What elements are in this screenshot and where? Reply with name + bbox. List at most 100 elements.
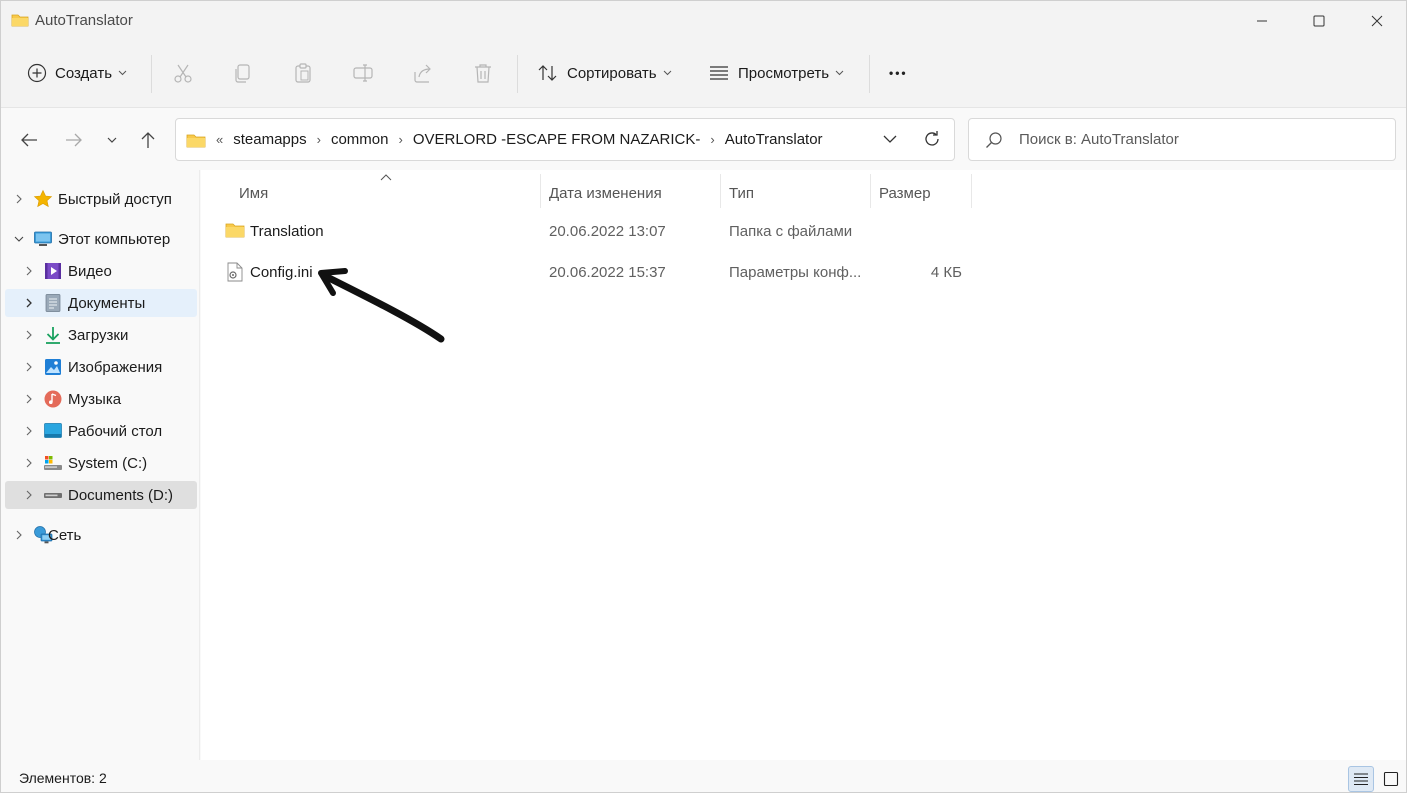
chevron-down-icon bbox=[663, 70, 671, 76]
clipboard-icon bbox=[295, 63, 311, 83]
file-row-translation[interactable]: Translation 20.06.2022 13:07 Папка с фай… bbox=[219, 214, 979, 248]
breadcrumb-steamapps[interactable]: steamapps bbox=[233, 131, 306, 148]
breadcrumb: « steamapps › common › OVERLORD -ESCAPE … bbox=[186, 119, 829, 160]
refresh-icon[interactable] bbox=[922, 129, 942, 149]
share-icon bbox=[414, 64, 431, 83]
chevron-down-icon bbox=[118, 70, 127, 76]
sidebar-item-quick-access[interactable]: Быстрый доступ bbox=[5, 185, 197, 213]
minimize-icon bbox=[1257, 20, 1267, 22]
column-header-type[interactable]: Тип bbox=[729, 178, 754, 208]
chevron-right-icon[interactable] bbox=[13, 529, 25, 541]
close-button[interactable] bbox=[1354, 1, 1400, 41]
rename-icon bbox=[353, 64, 373, 82]
breadcrumb-overlord[interactable]: OVERLORD -ESCAPE FROM NAZARICK- bbox=[413, 131, 701, 148]
search-box[interactable] bbox=[968, 118, 1396, 161]
minimize-button[interactable] bbox=[1239, 1, 1285, 41]
sidebar-item-drive-d[interactable]: Documents (D:) bbox=[5, 481, 197, 509]
chevron-right-icon[interactable] bbox=[23, 489, 35, 501]
sidebar-item-desktop[interactable]: Рабочий стол bbox=[5, 417, 197, 445]
sidebar-item-videos[interactable]: Видео bbox=[5, 257, 197, 285]
breadcrumb-common[interactable]: common bbox=[331, 131, 389, 148]
cut-button[interactable] bbox=[170, 59, 196, 87]
sidebar-item-music[interactable]: Музыка bbox=[5, 385, 197, 413]
rename-button[interactable] bbox=[350, 59, 376, 87]
breadcrumb-overflow[interactable]: « bbox=[216, 132, 223, 147]
folder-icon bbox=[11, 14, 29, 27]
computer-icon bbox=[34, 231, 52, 246]
chevron-down-icon bbox=[835, 70, 844, 76]
column-divider[interactable] bbox=[971, 174, 972, 208]
file-size bbox=[882, 214, 962, 248]
forward-button[interactable] bbox=[62, 128, 86, 152]
star-icon bbox=[33, 189, 53, 208]
chevron-down-icon[interactable] bbox=[13, 233, 25, 245]
arrow-right-icon bbox=[66, 133, 82, 147]
chevron-right-icon[interactable] bbox=[23, 457, 35, 469]
sidebar-item-label: Изображения bbox=[68, 358, 163, 376]
copy-icon bbox=[235, 64, 250, 83]
view-button[interactable]: Просмотреть bbox=[708, 53, 844, 93]
large-icons-view-button[interactable] bbox=[1378, 766, 1404, 792]
video-icon bbox=[45, 263, 61, 279]
address-history-chevron-icon[interactable] bbox=[882, 131, 898, 147]
title-bar[interactable]: AutoTranslator bbox=[1, 1, 1406, 41]
maximize-button[interactable] bbox=[1296, 1, 1342, 41]
up-button[interactable] bbox=[136, 128, 160, 152]
file-row-config-ini[interactable]: Config.ini 20.06.2022 15:37 Параметры ко… bbox=[219, 255, 979, 289]
delete-button[interactable] bbox=[470, 59, 496, 87]
column-header-label: Размер bbox=[879, 184, 931, 202]
folder-icon bbox=[186, 134, 206, 147]
sidebar-item-label: Быстрый доступ bbox=[58, 190, 172, 208]
sidebar-item-this-pc[interactable]: Этот компьютер bbox=[5, 225, 197, 253]
more-icon: ••• bbox=[889, 66, 908, 80]
chevron-right-icon[interactable] bbox=[23, 425, 35, 437]
chevron-right-icon[interactable] bbox=[23, 361, 35, 373]
file-type: Папка с файлами bbox=[729, 222, 853, 240]
system-drive-icon bbox=[44, 456, 62, 470]
drive-icon bbox=[44, 493, 62, 498]
desktop-icon bbox=[44, 423, 62, 438]
chevron-right-icon[interactable] bbox=[23, 297, 35, 309]
search-input[interactable] bbox=[1019, 119, 1379, 160]
file-size: 4 КБ bbox=[930, 263, 962, 281]
copy-button[interactable] bbox=[230, 59, 256, 87]
file-name: Config.ini bbox=[250, 263, 313, 281]
breadcrumb-separator[interactable]: › bbox=[317, 132, 321, 147]
sort-icon bbox=[538, 65, 557, 81]
view-label: Просмотреть bbox=[738, 64, 830, 82]
chevron-right-icon[interactable] bbox=[13, 193, 25, 205]
share-button[interactable] bbox=[410, 59, 436, 87]
address-bar[interactable]: « steamapps › common › OVERLORD -ESCAPE … bbox=[175, 118, 955, 161]
column-divider[interactable] bbox=[540, 174, 541, 208]
sidebar-item-downloads[interactable]: Загрузки bbox=[5, 321, 197, 349]
paste-button[interactable] bbox=[290, 59, 316, 87]
back-button[interactable] bbox=[17, 128, 41, 152]
sidebar-item-drive-c[interactable]: System (C:) bbox=[5, 449, 197, 477]
sort-button[interactable]: Сортировать bbox=[537, 53, 672, 93]
breadcrumb-autotranslator[interactable]: AutoTranslator bbox=[725, 131, 823, 148]
column-header-date[interactable]: Дата изменения bbox=[549, 178, 662, 208]
more-options-button[interactable]: ••• bbox=[889, 53, 908, 93]
file-name: Translation bbox=[250, 222, 324, 240]
create-label: Создать bbox=[55, 64, 113, 82]
sidebar-item-documents[interactable]: Документы bbox=[5, 289, 197, 317]
column-divider[interactable] bbox=[870, 174, 871, 208]
details-view-button[interactable] bbox=[1348, 766, 1374, 792]
breadcrumb-separator[interactable]: › bbox=[398, 132, 402, 147]
chevron-right-icon[interactable] bbox=[23, 393, 35, 405]
breadcrumb-separator[interactable]: › bbox=[710, 132, 714, 147]
column-divider[interactable] bbox=[720, 174, 721, 208]
sidebar-item-label: Видео bbox=[68, 262, 112, 280]
maximize-icon bbox=[1313, 15, 1325, 27]
sidebar-item-pictures[interactable]: Изображения bbox=[5, 353, 197, 381]
recent-locations-button[interactable] bbox=[100, 128, 124, 152]
create-button[interactable]: Создать bbox=[27, 53, 127, 93]
column-header-name[interactable]: Имя bbox=[239, 178, 268, 208]
navigation-pane: Быстрый доступ Этот компьютер Видео Доку… bbox=[1, 170, 200, 760]
column-header-size[interactable]: Размер bbox=[879, 178, 931, 208]
sidebar-item-network[interactable]: Сеть bbox=[5, 521, 197, 549]
chevron-right-icon[interactable] bbox=[23, 265, 35, 277]
sidebar-item-label: Загрузки bbox=[68, 326, 129, 344]
chevron-right-icon[interactable] bbox=[23, 329, 35, 341]
music-icon bbox=[44, 390, 62, 408]
